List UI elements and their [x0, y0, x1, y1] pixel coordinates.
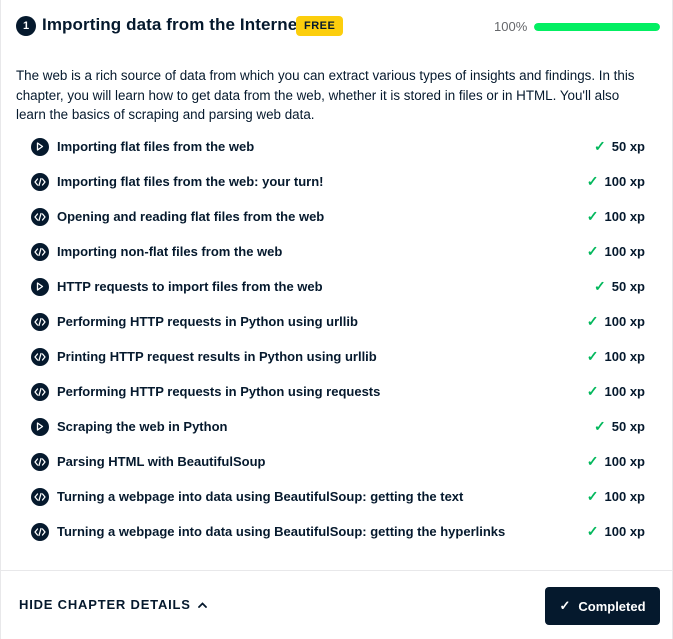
exercise-title[interactable]: Importing flat files from the web — [57, 139, 254, 154]
exercise-xp-label: 100 xp — [604, 314, 645, 329]
exercise-title[interactable]: Importing non-flat files from the web — [57, 244, 282, 259]
exercise-xp-label: 100 xp — [604, 454, 645, 469]
code-icon — [31, 487, 49, 506]
check-icon: ✓ — [586, 243, 599, 259]
exercise-xp: ✓ 100 xp — [587, 304, 645, 339]
completed-label: Completed — [578, 598, 646, 614]
exercise-list: Importing flat files from the web ✓ 50 xp I… — [31, 129, 645, 549]
progress-bar — [534, 23, 660, 31]
code-icon — [31, 207, 49, 226]
check-icon: ✓ — [594, 278, 606, 294]
exercise-xp-label: 50 xp — [611, 139, 645, 154]
exercise-xp: ✓ 100 xp — [587, 199, 645, 234]
code-icon — [31, 382, 49, 401]
check-icon: ✓ — [586, 488, 599, 504]
exercise-row[interactable]: Printing HTTP request results in Python … — [31, 339, 645, 374]
exercise-xp: ✓ 100 xp — [587, 374, 645, 409]
code-icon — [31, 312, 49, 331]
exercise-xp-label: 100 xp — [604, 384, 645, 399]
exercise-xp-label: 50 xp — [611, 419, 645, 434]
exercise-title[interactable]: Parsing HTML with BeautifulSoup — [57, 454, 265, 469]
hide-chapter-details-label: HIDE CHAPTER DETAILS — [19, 597, 191, 612]
completed-button[interactable]: ✓ Completed — [545, 587, 660, 625]
free-badge: FREE — [296, 16, 344, 36]
code-icon — [31, 347, 49, 366]
exercise-row[interactable]: Performing HTTP requests in Python using… — [31, 304, 645, 339]
exercise-xp: ✓ 100 xp — [587, 514, 645, 549]
exercise-xp: ✓ 100 xp — [587, 479, 645, 514]
exercise-title[interactable]: Performing HTTP requests in Python using… — [57, 384, 380, 399]
exercise-xp: ✓ 100 xp — [587, 444, 645, 479]
exercise-row[interactable]: Scraping the web in Python ✓ 50 xp — [31, 409, 645, 444]
check-icon: ✓ — [586, 173, 599, 189]
check-icon: ✓ — [586, 383, 599, 399]
chapter-title[interactable]: Importing data from the Internet — [42, 15, 303, 35]
check-icon: ✓ — [559, 598, 571, 613]
exercise-title[interactable]: Importing flat files from the web: your … — [57, 174, 324, 189]
play-icon — [31, 417, 49, 436]
exercise-row[interactable]: Importing flat files from the web: your … — [31, 164, 645, 199]
exercise-xp-label: 100 xp — [604, 244, 645, 259]
check-icon: ✓ — [586, 348, 599, 364]
exercise-row[interactable]: HTTP requests to import files from the w… — [31, 269, 645, 304]
code-icon — [31, 522, 49, 541]
exercise-xp-label: 100 xp — [604, 489, 645, 504]
exercise-row[interactable]: Importing non-flat files from the web ✓ 10… — [31, 234, 645, 269]
check-icon: ✓ — [594, 418, 606, 434]
chapter-card: 1 Importing data from the Internet FREE … — [0, 0, 673, 639]
exercise-title[interactable]: Performing HTTP requests in Python using… — [57, 314, 358, 329]
play-icon — [31, 277, 49, 296]
check-icon: ✓ — [586, 453, 599, 469]
exercise-xp: ✓ 50 xp — [594, 409, 645, 444]
exercise-xp: ✓ 100 xp — [587, 164, 645, 199]
exercise-row[interactable]: Importing flat files from the web ✓ 50 xp — [31, 129, 645, 164]
exercise-row[interactable]: Performing HTTP requests in Python using… — [31, 374, 645, 409]
exercise-xp-label: 100 xp — [604, 349, 645, 364]
exercise-xp-label: 100 xp — [604, 174, 645, 189]
hide-chapter-details-button[interactable]: HIDE CHAPTER DETAILS — [19, 597, 207, 612]
code-icon — [31, 172, 49, 191]
code-icon — [31, 242, 49, 261]
exercise-title[interactable]: Turning a webpage into data using Beauti… — [57, 489, 463, 504]
exercise-xp-label: 50 xp — [611, 279, 645, 294]
exercise-xp: ✓ 100 xp — [587, 339, 645, 374]
progress-bar-fill — [534, 23, 660, 31]
chapter-description: The web is a rich source of data from wh… — [16, 68, 635, 123]
exercise-row[interactable]: Turning a webpage into data using Beauti… — [31, 514, 645, 549]
exercise-xp: ✓ 50 xp — [594, 269, 645, 304]
check-icon: ✓ — [586, 208, 599, 224]
exercise-row[interactable]: Turning a webpage into data using Beauti… — [31, 479, 645, 514]
chevron-up-icon — [197, 601, 207, 608]
exercise-title[interactable]: Scraping the web in Python — [57, 419, 227, 434]
play-icon — [31, 137, 49, 156]
progress-percent: 100% — [494, 19, 528, 34]
exercise-xp: ✓ 50 xp — [594, 129, 645, 164]
divider — [1, 570, 672, 571]
exercise-title[interactable]: Printing HTTP request results in Python … — [57, 349, 377, 364]
exercise-xp: ✓ 100 xp — [587, 234, 645, 269]
exercise-title[interactable]: Opening and reading flat files from the … — [57, 209, 324, 224]
check-icon: ✓ — [586, 523, 599, 539]
exercise-row[interactable]: Parsing HTML with BeautifulSoup ✓ 100 xp — [31, 444, 645, 479]
code-icon — [31, 452, 49, 471]
chapter-number-badge: 1 — [16, 16, 36, 36]
chapter-header: 1 Importing data from the Internet FREE … — [16, 14, 660, 38]
check-icon: ✓ — [594, 138, 606, 154]
check-icon: ✓ — [586, 313, 599, 329]
exercise-xp-label: 100 xp — [604, 524, 645, 539]
exercise-title[interactable]: Turning a webpage into data using Beauti… — [57, 524, 505, 539]
exercise-row[interactable]: Opening and reading flat files from the … — [31, 199, 645, 234]
exercise-xp-label: 100 xp — [604, 209, 645, 224]
exercise-title[interactable]: HTTP requests to import files from the w… — [57, 279, 323, 294]
